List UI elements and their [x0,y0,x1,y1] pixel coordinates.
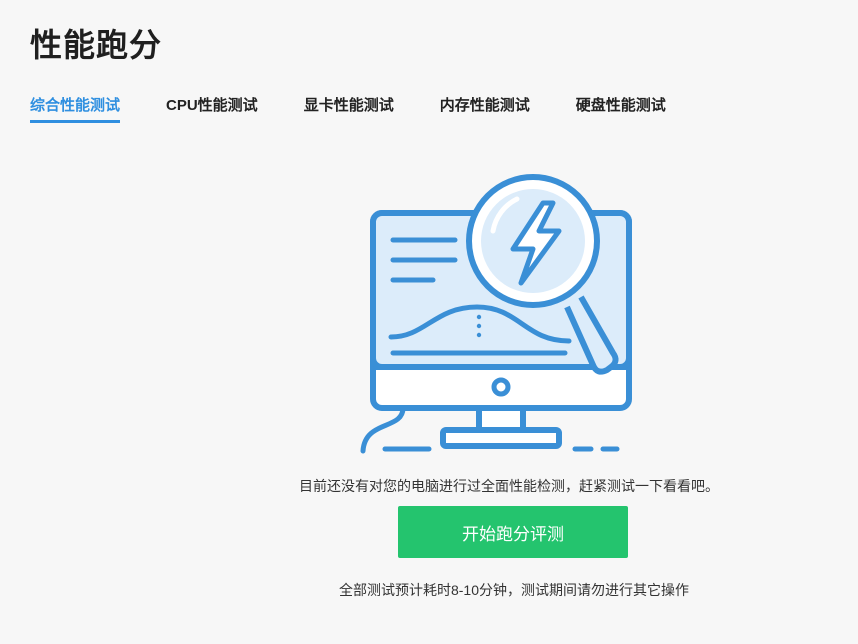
tab-disk-performance[interactable]: 硬盘性能测试 [576,94,666,120]
tab-memory-performance[interactable]: 内存性能测试 [440,94,530,120]
tab-overall-performance[interactable]: 综合性能测试 [30,94,121,123]
tab-gpu-performance[interactable]: 显卡性能测试 [304,94,394,120]
empty-state-message: 目前还没有对您的电脑进行过全面性能检测，赶紧测试一下看看吧。 [299,478,719,494]
tab-cpu-performance[interactable]: CPU性能测试 [166,94,258,120]
duration-note: 全部测试预计耗时8-10分钟，测试期间请勿进行其它操作 [338,582,690,598]
monitor-with-magnifier-lightning-icon [355,165,645,460]
tab-bar: 综合性能测试 CPU性能测试 显卡性能测试 内存性能测试 硬盘性能测试 [30,94,712,123]
page-title: 性能跑分 [30,27,163,63]
start-benchmark-button[interactable]: 开始跑分评测 [398,506,628,558]
page: 性能跑分 综合性能测试 CPU性能测试 显卡性能测试 内存性能测试 硬盘性能测试 [0,0,858,644]
